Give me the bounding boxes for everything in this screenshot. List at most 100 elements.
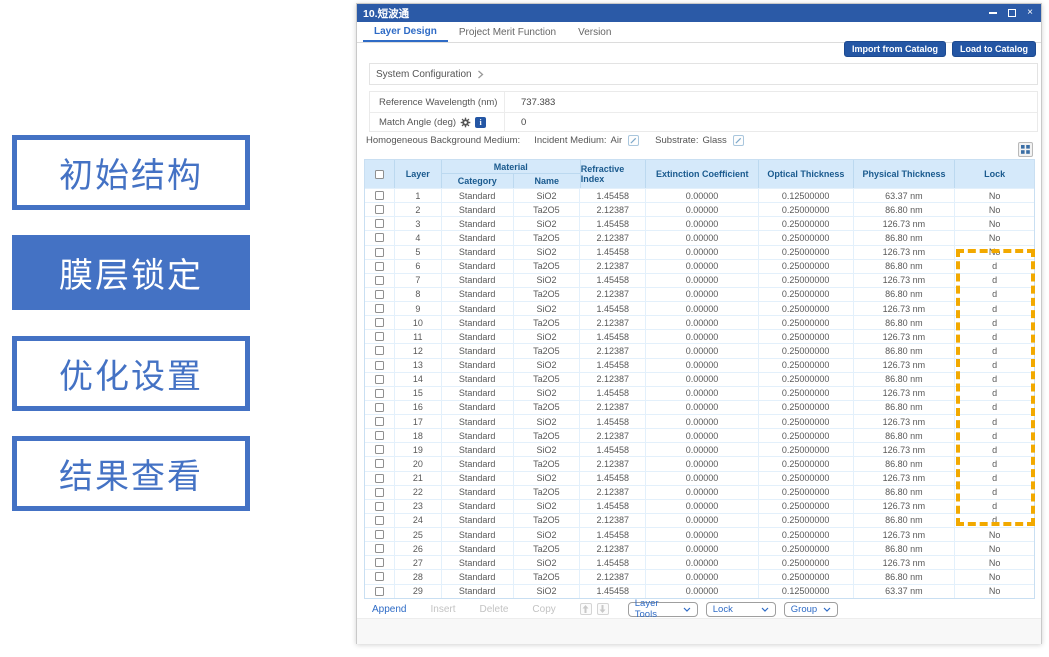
- cell-category[interactable]: Standard: [442, 556, 514, 569]
- cell-name[interactable]: Ta2O5: [514, 344, 581, 357]
- cell-refractive-index[interactable]: 1.45458: [580, 246, 646, 259]
- cell-lock[interactable]: d: [955, 443, 1034, 456]
- cell-name[interactable]: Ta2O5: [514, 260, 581, 273]
- cell-refractive-index[interactable]: 1.45458: [580, 330, 646, 343]
- edit-substrate-icon[interactable]: [733, 135, 744, 146]
- cell-optical-thickness[interactable]: 0.25000000: [759, 302, 854, 315]
- cell-refractive-index[interactable]: 1.45458: [580, 528, 646, 541]
- cell-physical-thickness[interactable]: 86.80 nm: [854, 486, 956, 499]
- cell-physical-thickness[interactable]: 86.80 nm: [854, 570, 956, 583]
- cell-extinction-coefficient[interactable]: 0.00000: [646, 274, 759, 287]
- cell-physical-thickness[interactable]: 86.80 nm: [854, 288, 956, 301]
- cell-refractive-index[interactable]: 1.45458: [580, 585, 646, 598]
- cell-extinction-coefficient[interactable]: 0.00000: [646, 542, 759, 555]
- lock-dropdown[interactable]: Lock: [706, 602, 776, 617]
- cell-layer[interactable]: 7: [395, 274, 442, 287]
- cell-name[interactable]: Ta2O5: [514, 401, 581, 414]
- cell-optical-thickness[interactable]: 0.25000000: [759, 387, 854, 400]
- cell-layer[interactable]: 21: [395, 472, 442, 485]
- cell-extinction-coefficient[interactable]: 0.00000: [646, 429, 759, 442]
- row-checkbox[interactable]: [375, 290, 384, 299]
- cell-category[interactable]: Standard: [442, 486, 514, 499]
- cell-refractive-index[interactable]: 1.45458: [580, 387, 646, 400]
- layer-tools-dropdown[interactable]: Layer Tools: [628, 602, 698, 617]
- cell-refractive-index[interactable]: 2.12387: [580, 457, 646, 470]
- cell-name[interactable]: SiO2: [514, 556, 581, 569]
- cell-extinction-coefficient[interactable]: 0.00000: [646, 443, 759, 456]
- row-checkbox[interactable]: [375, 445, 384, 454]
- row-checkbox[interactable]: [375, 488, 384, 497]
- cell-layer[interactable]: 14: [395, 373, 442, 386]
- cell-physical-thickness[interactable]: 126.73 nm: [854, 500, 956, 513]
- cell-name[interactable]: SiO2: [514, 330, 581, 343]
- cell-physical-thickness[interactable]: 86.80 nm: [854, 373, 956, 386]
- cell-physical-thickness[interactable]: 63.37 nm: [854, 585, 956, 598]
- import-from-catalog-button[interactable]: Import from Catalog: [844, 41, 946, 57]
- row-checkbox[interactable]: [375, 403, 384, 412]
- cell-lock[interactable]: d: [955, 500, 1034, 513]
- cell-lock[interactable]: No: [955, 189, 1034, 202]
- cell-layer[interactable]: 1: [395, 189, 442, 202]
- cell-category[interactable]: Standard: [442, 570, 514, 583]
- edit-incident-medium-icon[interactable]: [628, 135, 639, 146]
- row-checkbox[interactable]: [375, 389, 384, 398]
- cell-optical-thickness[interactable]: 0.25000000: [759, 570, 854, 583]
- cell-layer[interactable]: 25: [395, 528, 442, 541]
- cell-lock[interactable]: d: [955, 288, 1034, 301]
- cell-layer[interactable]: 3: [395, 217, 442, 230]
- cell-refractive-index[interactable]: 2.12387: [580, 429, 646, 442]
- move-down-button[interactable]: [597, 603, 609, 615]
- cell-category[interactable]: Standard: [442, 472, 514, 485]
- row-checkbox[interactable]: [375, 417, 384, 426]
- cell-category[interactable]: Standard: [442, 443, 514, 456]
- cell-lock[interactable]: No: [955, 528, 1034, 541]
- cell-physical-thickness[interactable]: 126.73 nm: [854, 472, 956, 485]
- system-configuration-header[interactable]: System Configuration: [369, 63, 1038, 85]
- cell-extinction-coefficient[interactable]: 0.00000: [646, 189, 759, 202]
- row-checkbox[interactable]: [375, 318, 384, 327]
- cell-physical-thickness[interactable]: 126.73 nm: [854, 387, 956, 400]
- cell-category[interactable]: Standard: [442, 330, 514, 343]
- cell-extinction-coefficient[interactable]: 0.00000: [646, 457, 759, 470]
- cell-name[interactable]: Ta2O5: [514, 486, 581, 499]
- cell-physical-thickness[interactable]: 126.73 nm: [854, 359, 956, 372]
- cell-optical-thickness[interactable]: 0.25000000: [759, 401, 854, 414]
- cell-layer[interactable]: 19: [395, 443, 442, 456]
- cell-category[interactable]: Standard: [442, 189, 514, 202]
- cell-category[interactable]: Standard: [442, 528, 514, 541]
- cell-physical-thickness[interactable]: 126.73 nm: [854, 415, 956, 428]
- cell-category[interactable]: Standard: [442, 514, 514, 527]
- select-all-checkbox[interactable]: [375, 170, 384, 179]
- cell-physical-thickness[interactable]: 86.80 nm: [854, 542, 956, 555]
- cell-name[interactable]: Ta2O5: [514, 231, 581, 244]
- cell-optical-thickness[interactable]: 0.25000000: [759, 288, 854, 301]
- row-checkbox[interactable]: [375, 248, 384, 257]
- cell-optical-thickness[interactable]: 0.25000000: [759, 373, 854, 386]
- cell-category[interactable]: Standard: [442, 401, 514, 414]
- cell-layer[interactable]: 5: [395, 246, 442, 259]
- cell-lock[interactable]: No: [955, 231, 1034, 244]
- cell-optical-thickness[interactable]: 0.12500000: [759, 585, 854, 598]
- cell-refractive-index[interactable]: 1.45458: [580, 472, 646, 485]
- cell-lock[interactable]: d: [955, 359, 1034, 372]
- cell-category[interactable]: Standard: [442, 429, 514, 442]
- cell-name[interactable]: Ta2O5: [514, 570, 581, 583]
- cell-lock[interactable]: d: [955, 344, 1034, 357]
- row-checkbox[interactable]: [375, 219, 384, 228]
- row-checkbox[interactable]: [375, 516, 384, 525]
- cell-category[interactable]: Standard: [442, 500, 514, 513]
- cell-name[interactable]: Ta2O5: [514, 288, 581, 301]
- row-checkbox[interactable]: [375, 530, 384, 539]
- cell-category[interactable]: Standard: [442, 288, 514, 301]
- cell-layer[interactable]: 4: [395, 231, 442, 244]
- cell-refractive-index[interactable]: 2.12387: [580, 231, 646, 244]
- cell-refractive-index[interactable]: 1.45458: [580, 556, 646, 569]
- cell-lock[interactable]: d: [955, 330, 1034, 343]
- column-settings-button[interactable]: [1018, 142, 1033, 157]
- cell-refractive-index[interactable]: 1.45458: [580, 217, 646, 230]
- cell-lock[interactable]: d: [955, 373, 1034, 386]
- cell-category[interactable]: Standard: [442, 542, 514, 555]
- cell-layer[interactable]: 26: [395, 542, 442, 555]
- cell-physical-thickness[interactable]: 86.80 nm: [854, 344, 956, 357]
- cell-refractive-index[interactable]: 1.45458: [580, 189, 646, 202]
